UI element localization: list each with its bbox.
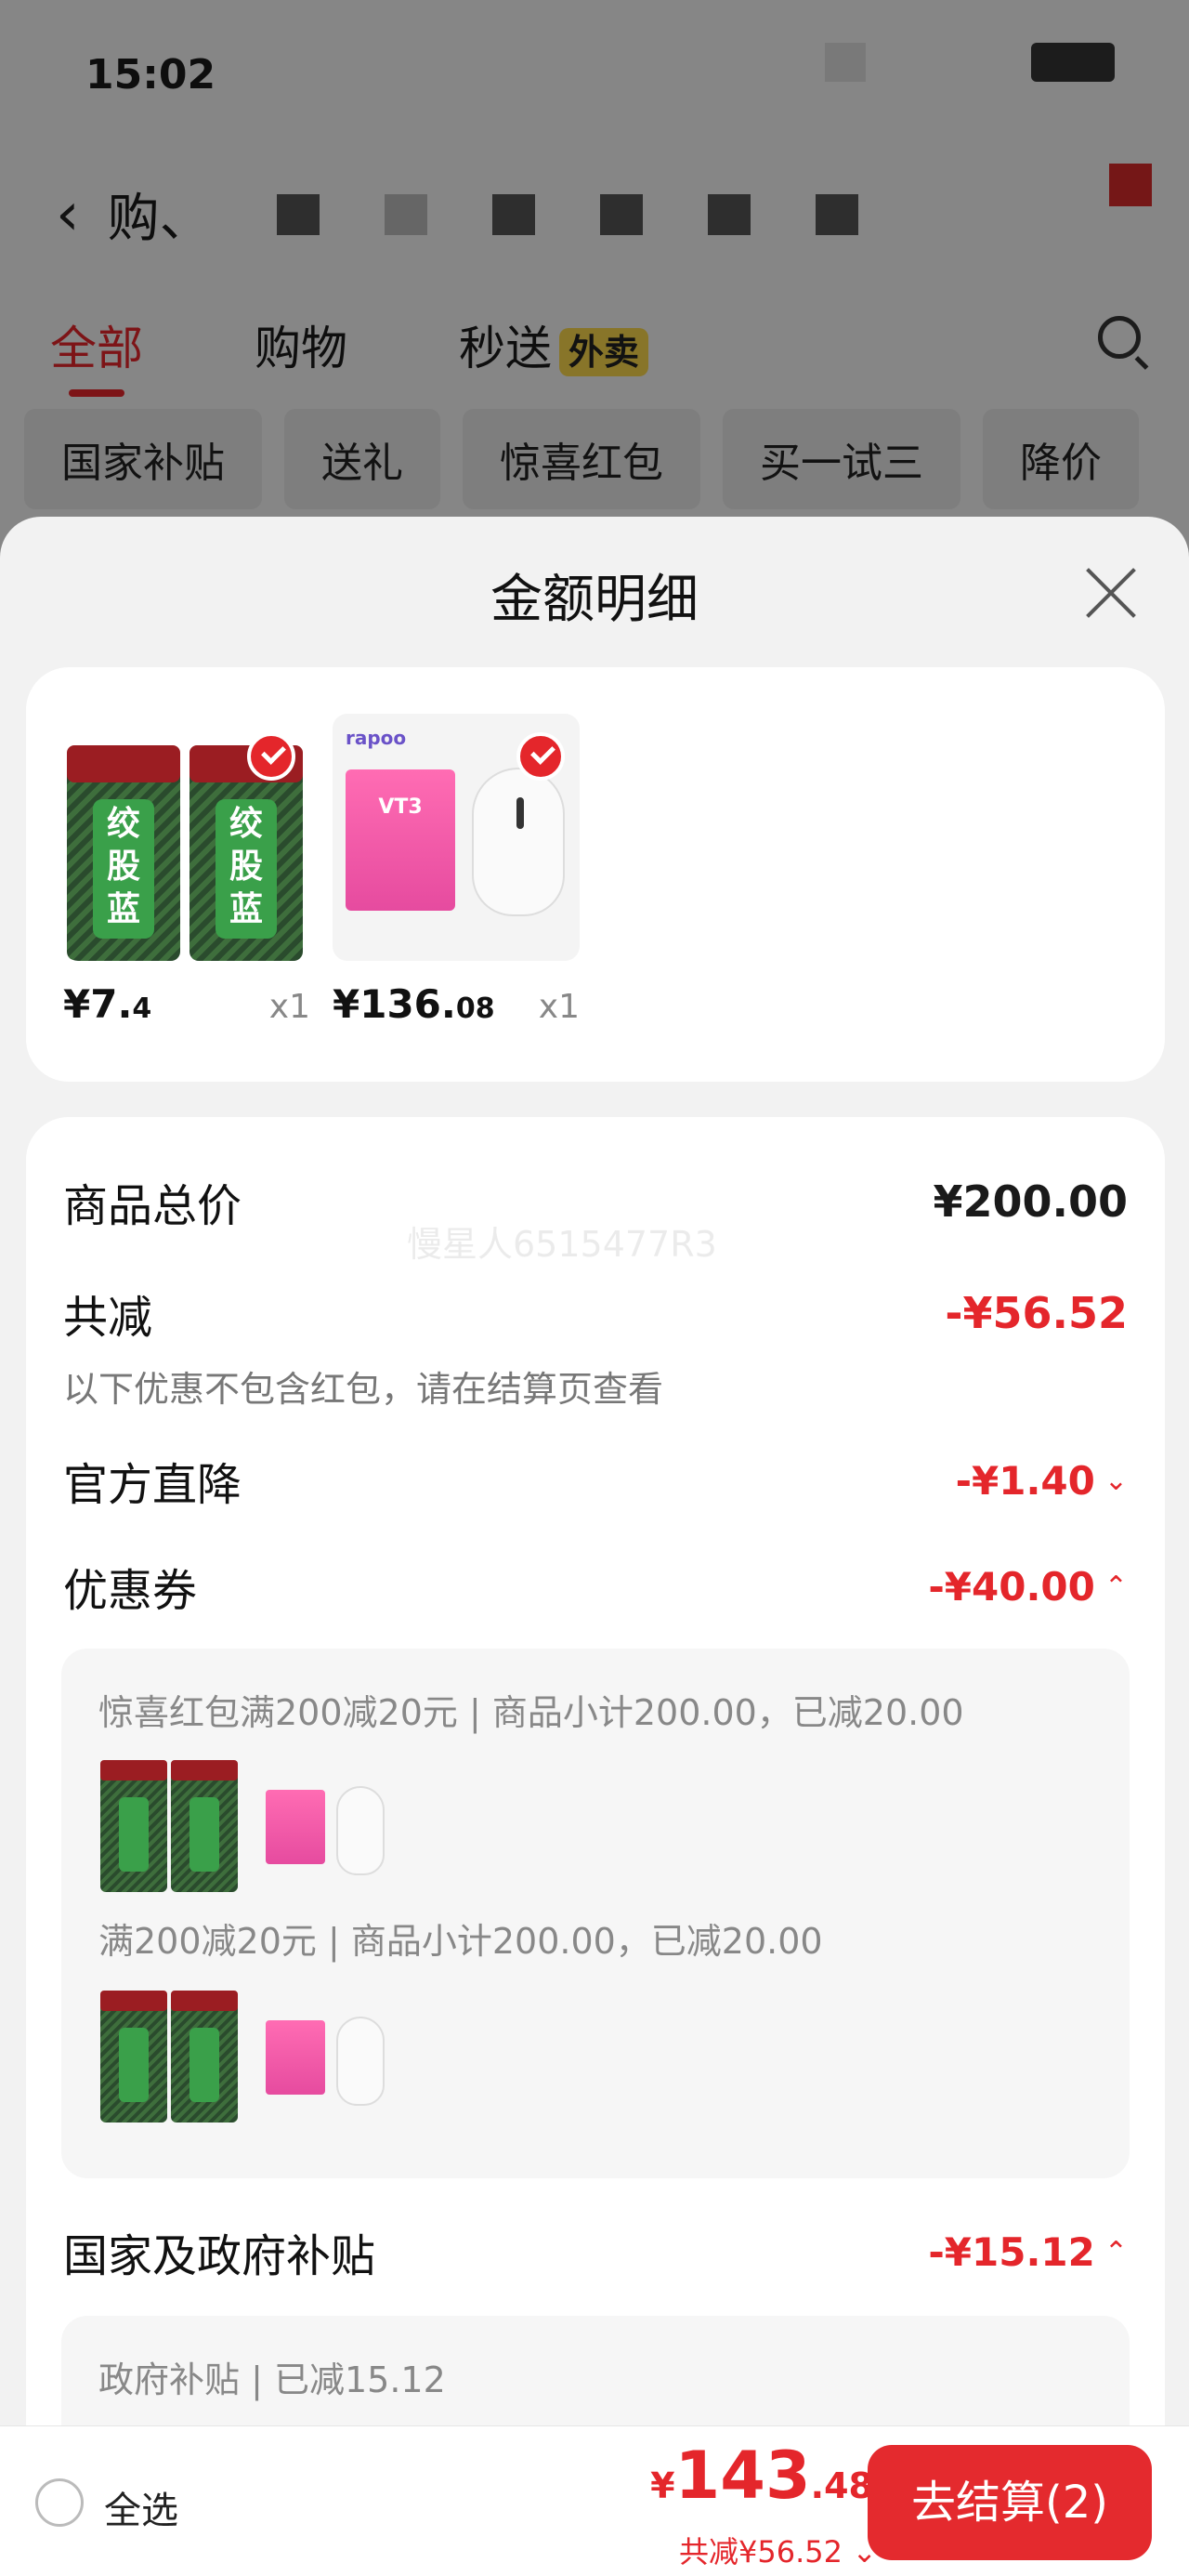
discount-row: 共减 -¥56.52 <box>63 1281 1128 1346</box>
product-image-tea: 绞 股 蓝 绞 股 蓝 <box>63 714 310 961</box>
subsidy-line: 政府补贴 | 已减15.12 <box>98 2359 446 2400</box>
coupon-row[interactable]: 优惠券 -¥40.00 ⌃ <box>63 1554 1128 1619</box>
official-discount-label: 官方直降 <box>63 1459 242 1511</box>
official-discount-value: -¥1.40 <box>955 1457 1095 1504</box>
discount-note: 以下优惠不包含红包，请在结算页查看 <box>63 1369 664 1410</box>
product-price: ¥7.4 <box>63 981 152 1027</box>
selected-check-icon[interactable] <box>247 732 295 781</box>
subsidy-label: 国家及政府补贴 <box>63 2230 376 2282</box>
select-all-label[interactable]: 全选 <box>104 2480 178 2534</box>
checkout-bar: 全选 ¥143.48 共减¥56.52 ⌄ 去结算(2) <box>0 2425 1189 2576</box>
product-item-mouse[interactable]: rapoo VT3 ¥136.08 x1 <box>333 714 580 1027</box>
jar-label: 绞 股 蓝 <box>216 799 277 939</box>
mini-tea-image <box>98 1753 240 1894</box>
product-qty: x1 <box>268 988 310 1026</box>
select-all-radio[interactable] <box>35 2478 84 2527</box>
coupon-line: 惊喜红包满200减20元 | 商品小计200.00，已减20.00 <box>98 1692 964 1733</box>
selected-check-icon[interactable] <box>516 732 565 781</box>
subsidy-row[interactable]: 国家及政府补贴 -¥15.12 ⌃ <box>63 2219 1128 2284</box>
coupon-products <box>98 1753 401 1894</box>
chevron-up-icon: ⌃ <box>1104 2235 1128 2268</box>
total-discount-toggle[interactable]: 共减¥56.52 ⌄ <box>679 2529 877 2571</box>
coupon-products <box>98 1983 401 2124</box>
mini-tea-image <box>98 1983 240 2124</box>
mouse-graphic <box>472 768 565 916</box>
checkout-button[interactable]: 去结算(2) <box>868 2445 1152 2560</box>
subtotal-label: 商品总价 <box>63 1180 242 1232</box>
coupon-value: -¥40.00 <box>928 1563 1095 1610</box>
total-price: ¥143.48 <box>650 2438 873 2514</box>
jar-graphic: 绞 股 蓝 <box>189 745 303 961</box>
products-card: 绞 股 蓝 绞 股 蓝 ¥7.4 x1 rapoo VT3 ¥136.08 x1 <box>26 667 1165 1082</box>
close-icon[interactable] <box>1083 565 1139 621</box>
chevron-up-icon: ⌃ <box>1104 1570 1128 1603</box>
price-detail-card: 慢星人6515477R3 商品总价 ¥200.00 共减 -¥56.52 以下优… <box>26 1117 1165 2576</box>
discount-value: -¥56.52 <box>945 1288 1128 1338</box>
product-price: ¥136.08 <box>333 981 495 1027</box>
product-item-tea[interactable]: 绞 股 蓝 绞 股 蓝 ¥7.4 x1 <box>63 714 310 1027</box>
coupon-detail-box: 惊喜红包满200减20元 | 商品小计200.00，已减20.00 满200减2… <box>61 1649 1130 2178</box>
subtotal-row: 商品总价 ¥200.00 <box>63 1169 1128 1234</box>
discount-label: 共减 <box>63 1292 153 1344</box>
brand-logo: rapoo <box>346 727 407 749</box>
jar-label: 绞 股 蓝 <box>93 799 154 939</box>
product-qty: x1 <box>538 988 580 1026</box>
chevron-down-icon: ⌄ <box>1104 1464 1128 1497</box>
coupon-label: 优惠券 <box>63 1565 198 1617</box>
subsidy-value: -¥15.12 <box>928 2228 1095 2275</box>
amount-detail-sheet: 金额明细 绞 股 蓝 绞 股 蓝 ¥7.4 x1 rapoo VT3 ¥136.… <box>0 517 1189 2576</box>
coupon-line: 满200减20元 | 商品小计200.00，已减20.00 <box>98 1921 823 1962</box>
product-image-mouse: rapoo VT3 <box>333 714 580 961</box>
mouse-box-graphic: VT3 <box>346 769 455 911</box>
sheet-title: 金额明细 <box>490 570 699 630</box>
jar-graphic: 绞 股 蓝 <box>67 745 180 961</box>
mini-mouse-image <box>260 1983 401 2124</box>
official-discount-row[interactable]: 官方直降 -¥1.40 ⌄ <box>63 1448 1128 1513</box>
mini-mouse-image <box>260 1753 401 1894</box>
subtotal-value: ¥200.00 <box>933 1176 1128 1227</box>
